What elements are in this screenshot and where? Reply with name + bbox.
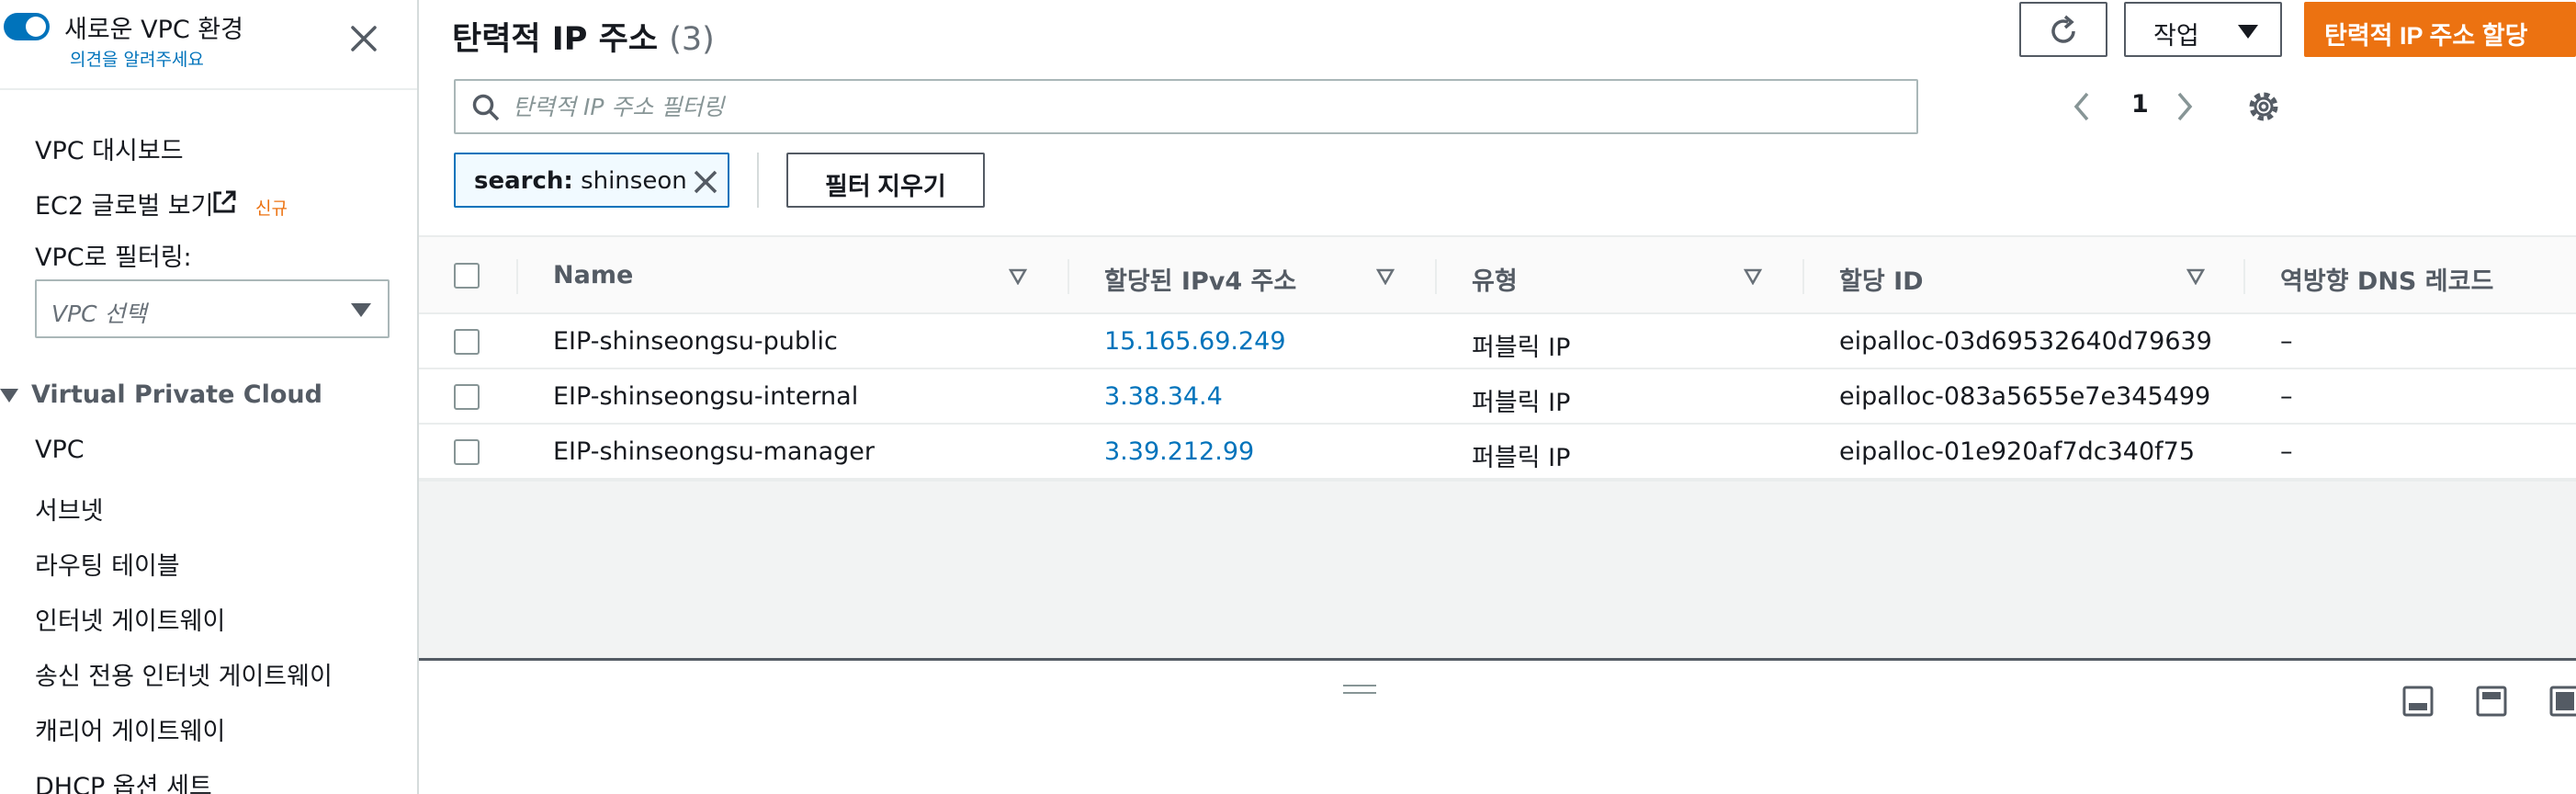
toggle-knob bbox=[26, 17, 46, 37]
page-number[interactable]: 1 bbox=[2131, 90, 2149, 119]
vpc-select[interactable]: VPC 선택 bbox=[35, 279, 390, 338]
elastic-ip-table-panel: 탄력적 IP 주소 (3) 작업 탄력적 IP 주소 할당 1 search: … bbox=[419, 0, 2576, 482]
allocate-eip-label: 탄력적 IP 주소 할당 bbox=[2324, 22, 2528, 50]
sidebar-title: 새로운 VPC 환경 bbox=[64, 16, 243, 44]
refresh-icon bbox=[2051, 15, 2075, 43]
table-row[interactable]: EIP-shinseongsu-manager 3.39.212.99 퍼블릭 … bbox=[419, 425, 2576, 480]
new-badge: 신규 bbox=[255, 198, 288, 219]
cell-allocation-id: eipalloc-01e920af7dc340f75 bbox=[1839, 437, 2196, 466]
chevron-left-icon[interactable] bbox=[2069, 88, 2095, 125]
actions-button[interactable]: 작업 bbox=[2124, 2, 2282, 57]
panel-side-icon[interactable] bbox=[2548, 685, 2576, 718]
caret-down-icon bbox=[0, 389, 18, 403]
sidebar-header: 새로운 VPC 환경 의견을 알려주세요 bbox=[0, 0, 417, 90]
sidebar-item-dhcp-option-sets[interactable]: DHCP 옵션 세트 bbox=[35, 766, 212, 794]
caret-down-icon bbox=[351, 303, 371, 317]
sort-icon[interactable] bbox=[1744, 268, 1762, 285]
sidebar-item-vpc[interactable]: VPC bbox=[35, 436, 85, 464]
caret-down-icon bbox=[2238, 25, 2258, 39]
column-header-reverse-dns[interactable]: 역방향 DNS 레코드 bbox=[2280, 261, 2493, 297]
sidebar-item-carrier-gateways[interactable]: 캐리어 게이트웨이 bbox=[35, 711, 225, 747]
section-title: Virtual Private Cloud bbox=[31, 380, 322, 409]
allocate-eip-button[interactable]: 탄력적 IP 주소 할당 bbox=[2304, 2, 2576, 57]
clear-filters-button[interactable]: 필터 지우기 bbox=[786, 153, 985, 208]
drag-handle[interactable] bbox=[1343, 685, 1376, 696]
section-virtual-private-cloud[interactable]: Virtual Private Cloud bbox=[0, 380, 322, 409]
vpc-select-placeholder: VPC 선택 bbox=[51, 301, 147, 327]
column-header-ipv4[interactable]: 할당된 IPv4 주소 bbox=[1104, 261, 1296, 297]
search-icon bbox=[472, 94, 500, 121]
sidebar-item-vpc-dashboard[interactable]: VPC 대시보드 bbox=[35, 130, 184, 166]
search-input[interactable] bbox=[513, 88, 1891, 125]
panel-bottom-icon[interactable] bbox=[2401, 685, 2435, 718]
gear-icon[interactable] bbox=[2243, 86, 2284, 127]
clear-filters-label: 필터 지우기 bbox=[825, 173, 946, 200]
row-checkbox[interactable] bbox=[454, 329, 480, 355]
new-vpc-experience-toggle[interactable] bbox=[4, 13, 50, 40]
close-icon[interactable] bbox=[691, 167, 720, 197]
refresh-button[interactable] bbox=[2019, 2, 2107, 57]
cell-allocation-id: eipalloc-083a5655e7e345499 bbox=[1839, 382, 2211, 411]
feedback-link[interactable]: 의견을 알려주세요 bbox=[70, 46, 204, 71]
external-link-icon bbox=[209, 187, 239, 217]
cell-type: 퍼블릭 IP bbox=[1472, 334, 1571, 362]
sidebar-item-subnets[interactable]: 서브넷 bbox=[35, 491, 104, 527]
column-header-type[interactable]: 유형 bbox=[1472, 261, 1518, 297]
cell-ipv4-link[interactable]: 15.165.69.249 bbox=[1104, 327, 1286, 356]
panel-side-icon[interactable] bbox=[2475, 685, 2508, 718]
sidebar: 새로운 VPC 환경 의견을 알려주세요 VPC 대시보드 EC2 글로벌 보기… bbox=[0, 0, 419, 794]
table-header: Name 할당된 IPv4 주소 유형 할당 ID 역방향 DNS 레코드 bbox=[419, 235, 2576, 314]
column-divider bbox=[2243, 259, 2245, 294]
cell-type: 퍼블릭 IP bbox=[1472, 444, 1571, 472]
sort-icon[interactable] bbox=[1009, 268, 1027, 285]
table-row[interactable]: EIP-shinseongsu-public 15.165.69.249 퍼블릭… bbox=[419, 314, 2576, 369]
filter-token-value: shinseon bbox=[581, 167, 687, 195]
sidebar-item-route-tables[interactable]: 라우팅 테이블 bbox=[35, 546, 180, 582]
search-bar bbox=[454, 79, 1918, 134]
filter-token-key: search: bbox=[474, 167, 573, 195]
divider bbox=[757, 153, 759, 208]
select-all-checkbox[interactable] bbox=[454, 263, 480, 289]
row-checkbox[interactable] bbox=[454, 439, 480, 465]
cell-ipv4-link[interactable]: 3.38.34.4 bbox=[1104, 382, 1223, 411]
sort-icon[interactable] bbox=[1376, 268, 1395, 285]
item-count: (3) bbox=[669, 21, 715, 58]
cell-ipv4-link[interactable]: 3.39.212.99 bbox=[1104, 437, 1254, 466]
row-checkbox[interactable] bbox=[454, 384, 480, 410]
cell-allocation-id: eipalloc-03d69532640d79639 bbox=[1839, 327, 2212, 356]
filter-token-text: search: shinseon bbox=[474, 167, 687, 195]
filter-token: search: shinseon bbox=[454, 153, 729, 208]
page-title-text: 탄력적 IP 주소 bbox=[452, 21, 659, 58]
column-header-name[interactable]: Name bbox=[553, 261, 633, 289]
cell-reverse-dns: – bbox=[2280, 437, 2293, 466]
sidebar-item-egress-only-igw[interactable]: 송신 전용 인터넷 게이트웨이 bbox=[35, 656, 333, 692]
cell-type: 퍼블릭 IP bbox=[1472, 389, 1571, 417]
sort-icon[interactable] bbox=[2186, 268, 2205, 285]
cell-name: EIP-shinseongsu-public bbox=[553, 327, 838, 356]
close-icon[interactable] bbox=[347, 22, 380, 55]
cell-name: EIP-shinseongsu-manager bbox=[553, 437, 875, 466]
cell-reverse-dns: – bbox=[2280, 382, 2293, 411]
split-panel bbox=[419, 658, 2576, 794]
column-divider bbox=[1435, 259, 1437, 294]
page-title: 탄력적 IP 주소 (3) bbox=[452, 13, 715, 60]
actions-label: 작업 bbox=[2153, 22, 2199, 50]
vpc-filter-label: VPC로 필터링: bbox=[35, 244, 192, 272]
table-row[interactable]: EIP-shinseongsu-internal 3.38.34.4 퍼블릭 I… bbox=[419, 369, 2576, 425]
chevron-right-icon[interactable] bbox=[2172, 88, 2198, 125]
sidebar-item-ec2-global-view[interactable]: EC2 글로벌 보기 bbox=[35, 186, 213, 221]
sidebar-item-internet-gateways[interactable]: 인터넷 게이트웨이 bbox=[35, 601, 225, 637]
column-divider bbox=[1068, 259, 1069, 294]
column-divider bbox=[1802, 259, 1804, 294]
cell-reverse-dns: – bbox=[2280, 327, 2293, 356]
column-divider bbox=[516, 259, 518, 294]
column-header-allocation-id[interactable]: 할당 ID bbox=[1839, 261, 1924, 297]
main-content: 탄력적 IP 주소 (3) 작업 탄력적 IP 주소 할당 1 search: … bbox=[419, 0, 2576, 794]
cell-name: EIP-shinseongsu-internal bbox=[553, 382, 859, 411]
